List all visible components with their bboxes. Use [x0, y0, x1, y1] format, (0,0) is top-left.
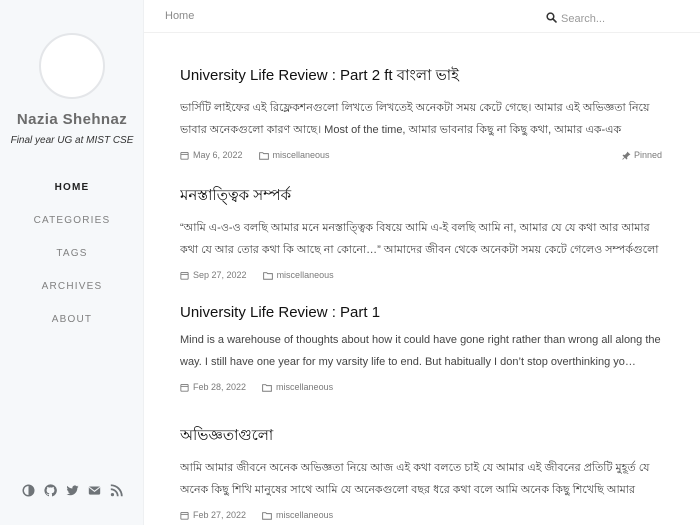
post-excerpt: “আমি এ-ও-ও বলছি আমার মনে মনস্তাত্ত্বিক ব… — [180, 222, 659, 256]
post-category-text: miscellaneous — [276, 382, 334, 392]
post-date: Feb 28, 2022 — [180, 382, 246, 392]
post-date-text: Feb 27, 2022 — [193, 510, 247, 520]
nav-item-tags[interactable]: TAGS — [0, 248, 144, 281]
post-excerpt: ভার্সিটি লাইফের এই রিফ্লেকশনগুলো লিখতে ল… — [180, 102, 650, 136]
folder-icon — [262, 383, 272, 392]
avatar[interactable] — [39, 33, 105, 99]
pinned-text: Pinned — [633, 150, 662, 160]
post-date-text: May 6, 2022 — [193, 150, 243, 160]
pinned-badge: Pinned — [622, 150, 662, 160]
calendar-icon — [180, 383, 189, 392]
post-category[interactable]: miscellaneous — [262, 382, 333, 392]
folder-icon — [262, 271, 273, 280]
calendar-icon — [180, 511, 189, 520]
post-excerpt: আমি আমার জীবনে অনেক অভিজ্ঞতা নিয়ে আজ এই… — [180, 462, 650, 496]
post-meta: May 6, 2022 miscellaneous Pinned — [180, 150, 662, 160]
post-category-text: miscellaneous — [276, 510, 334, 520]
nav-item-about[interactable]: ABOUT — [0, 314, 144, 347]
folder-icon — [262, 511, 272, 520]
post-category-text: miscellaneous — [276, 270, 334, 280]
post-card: মনস্তাত্ত্বিক সম্পর্ক “আমি এ-ও-ও বলছি আম… — [180, 184, 662, 280]
github-icon[interactable] — [43, 484, 57, 497]
search-input[interactable] — [561, 13, 681, 25]
post-category[interactable]: miscellaneous — [262, 510, 333, 520]
post-meta: Feb 28, 2022 miscellaneous — [180, 382, 662, 392]
post-meta: Feb 27, 2022 miscellaneous — [180, 510, 662, 520]
calendar-icon — [180, 151, 189, 160]
theme-toggle-icon[interactable] — [21, 484, 35, 497]
post-meta: Sep 27, 2022 miscellaneous — [180, 270, 662, 280]
post-card: অভিজ্ঞতাগুলো আমি আমার জীবনে অনেক অভিজ্ঞত… — [180, 424, 662, 520]
twitter-icon[interactable] — [65, 484, 79, 497]
post-date-text: Feb 28, 2022 — [193, 382, 247, 392]
breadcrumb-home[interactable]: Home — [165, 10, 194, 22]
post-date: Sep 27, 2022 — [180, 270, 247, 280]
post-card: University Life Review : Part 2 ft বাংলা… — [180, 64, 662, 160]
post-category[interactable]: miscellaneous — [258, 150, 330, 160]
search-icon[interactable] — [546, 10, 557, 28]
email-icon[interactable] — [88, 484, 101, 497]
sidebar: Nazia Shehnaz Final year UG at MIST CSE … — [0, 0, 144, 525]
search-bar — [546, 10, 681, 28]
folder-icon — [258, 151, 269, 160]
post-date: Feb 27, 2022 — [180, 510, 246, 520]
post-title[interactable]: অভিজ্ঞতাগুলো — [180, 424, 662, 449]
pin-icon — [622, 151, 631, 160]
sidebar-footer — [0, 484, 144, 497]
rss-icon[interactable] — [110, 484, 123, 497]
topbar: Home — [144, 0, 700, 33]
post-category[interactable]: miscellaneous — [262, 270, 334, 280]
post-title[interactable]: University Life Review : Part 2 ft বাংলা… — [180, 64, 662, 89]
site-title[interactable]: Nazia Shehnaz — [0, 111, 144, 128]
post-title[interactable]: মনস্তাত্ত্বিক সম্পর্ক — [180, 184, 662, 209]
calendar-icon — [180, 271, 189, 280]
nav-item-archives[interactable]: ARCHIVES — [0, 281, 144, 314]
sidebar-nav: HOME CATEGORIES TAGS ARCHIVES ABOUT — [0, 182, 144, 347]
post-date-text: Sep 27, 2022 — [193, 270, 247, 280]
post-title[interactable]: University Life Review : Part 1 — [180, 304, 662, 321]
site-subtitle: Final year UG at MIST CSE — [10, 135, 134, 146]
nav-item-categories[interactable]: CATEGORIES — [0, 215, 144, 248]
post-category-text: miscellaneous — [272, 150, 330, 160]
post-excerpt: Mind is a warehouse of thoughts about ho… — [180, 334, 661, 368]
nav-item-home[interactable]: HOME — [0, 182, 144, 215]
post-date: May 6, 2022 — [180, 150, 243, 160]
post-card: University Life Review : Part 1 Mind is … — [180, 304, 662, 392]
